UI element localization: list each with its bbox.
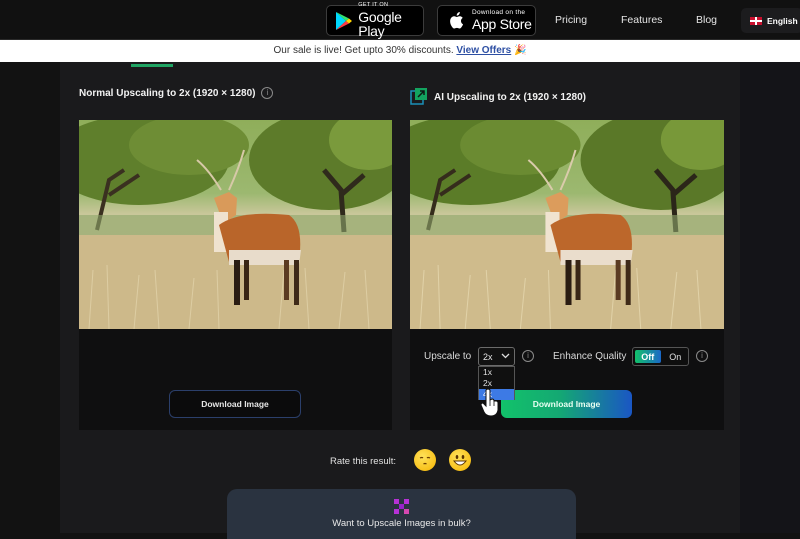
active-tab-indicator xyxy=(131,64,173,67)
unamused-face-icon[interactable] xyxy=(414,449,436,471)
toggle-on[interactable]: On xyxy=(663,348,689,365)
uk-flag-icon xyxy=(750,16,762,25)
ai-upscaled-image xyxy=(410,120,724,329)
normal-upscaling-panel xyxy=(79,120,392,430)
bulk-upscale-text: Want to Upscale Images in bulk? xyxy=(332,518,471,529)
toggle-off[interactable]: Off xyxy=(635,350,661,363)
normal-download-button[interactable]: Download Image xyxy=(169,390,301,418)
upscale-select-value: 2x xyxy=(483,351,493,362)
google-play-icon xyxy=(333,9,354,33)
ai-upscaling-panel xyxy=(410,120,724,430)
enhance-quality-label: Enhance Quality xyxy=(553,351,627,362)
ai-upscale-icon xyxy=(410,87,428,108)
grinning-face-icon[interactable] xyxy=(449,449,471,471)
normal-upscaled-image xyxy=(79,120,392,329)
google-play-button[interactable]: GET IT ON Google Play xyxy=(326,2,424,39)
nav-pricing[interactable]: Pricing xyxy=(555,14,587,26)
enhance-quality-toggle[interactable]: Off On xyxy=(632,347,689,366)
chevron-down-icon xyxy=(501,351,510,362)
bulk-upscale-card[interactable]: Want to Upscale Images in bulk? xyxy=(227,489,576,539)
google-play-small: GET IT ON xyxy=(358,2,389,9)
apple-icon xyxy=(444,9,468,33)
app-store-big: App Store xyxy=(472,16,532,33)
ai-download-button[interactable]: Download Image xyxy=(501,390,632,418)
top-nav-bar: GET IT ON Google Play Download on the Ap… xyxy=(0,0,800,40)
ai-upscaling-title: AI Upscaling to 2x (1920 × 1280) xyxy=(410,87,586,108)
page-background xyxy=(740,62,800,533)
promo-text: Our sale is live! Get upto 30% discounts… xyxy=(273,45,454,56)
view-offers-link[interactable]: View Offers xyxy=(456,45,511,56)
google-play-big: Google Play xyxy=(358,8,402,39)
upscale-option-1x[interactable]: 1x xyxy=(479,367,514,378)
enhance-info-icon[interactable]: i xyxy=(696,350,708,362)
party-popper-icon: 🎉 xyxy=(514,45,527,56)
info-icon[interactable]: i xyxy=(261,87,274,99)
rate-result-label: Rate this result: xyxy=(330,456,396,467)
upscale-to-label: Upscale to xyxy=(424,351,472,362)
upscale-select[interactable]: 2x xyxy=(478,347,515,366)
upscale-info-icon[interactable]: i xyxy=(522,350,534,362)
language-selector[interactable]: English xyxy=(741,8,800,33)
nav-features[interactable]: Features xyxy=(621,14,662,26)
app-store-button[interactable]: Download on the App Store xyxy=(437,5,536,36)
promo-banner: Our sale is live! Get upto 30% discounts… xyxy=(0,40,800,62)
normal-upscaling-title: Normal Upscaling to 2x (1920 × 1280) i xyxy=(79,87,274,99)
normal-upscaling-title-text: Normal Upscaling to 2x (1920 × 1280) xyxy=(79,87,256,99)
nav-blog[interactable]: Blog xyxy=(696,14,717,26)
language-label: English xyxy=(767,15,798,26)
bulk-grid-icon xyxy=(394,499,409,519)
hand-cursor-icon xyxy=(480,388,500,423)
ai-upscaling-title-text: AI Upscaling to 2x (1920 × 1280) xyxy=(434,92,587,103)
